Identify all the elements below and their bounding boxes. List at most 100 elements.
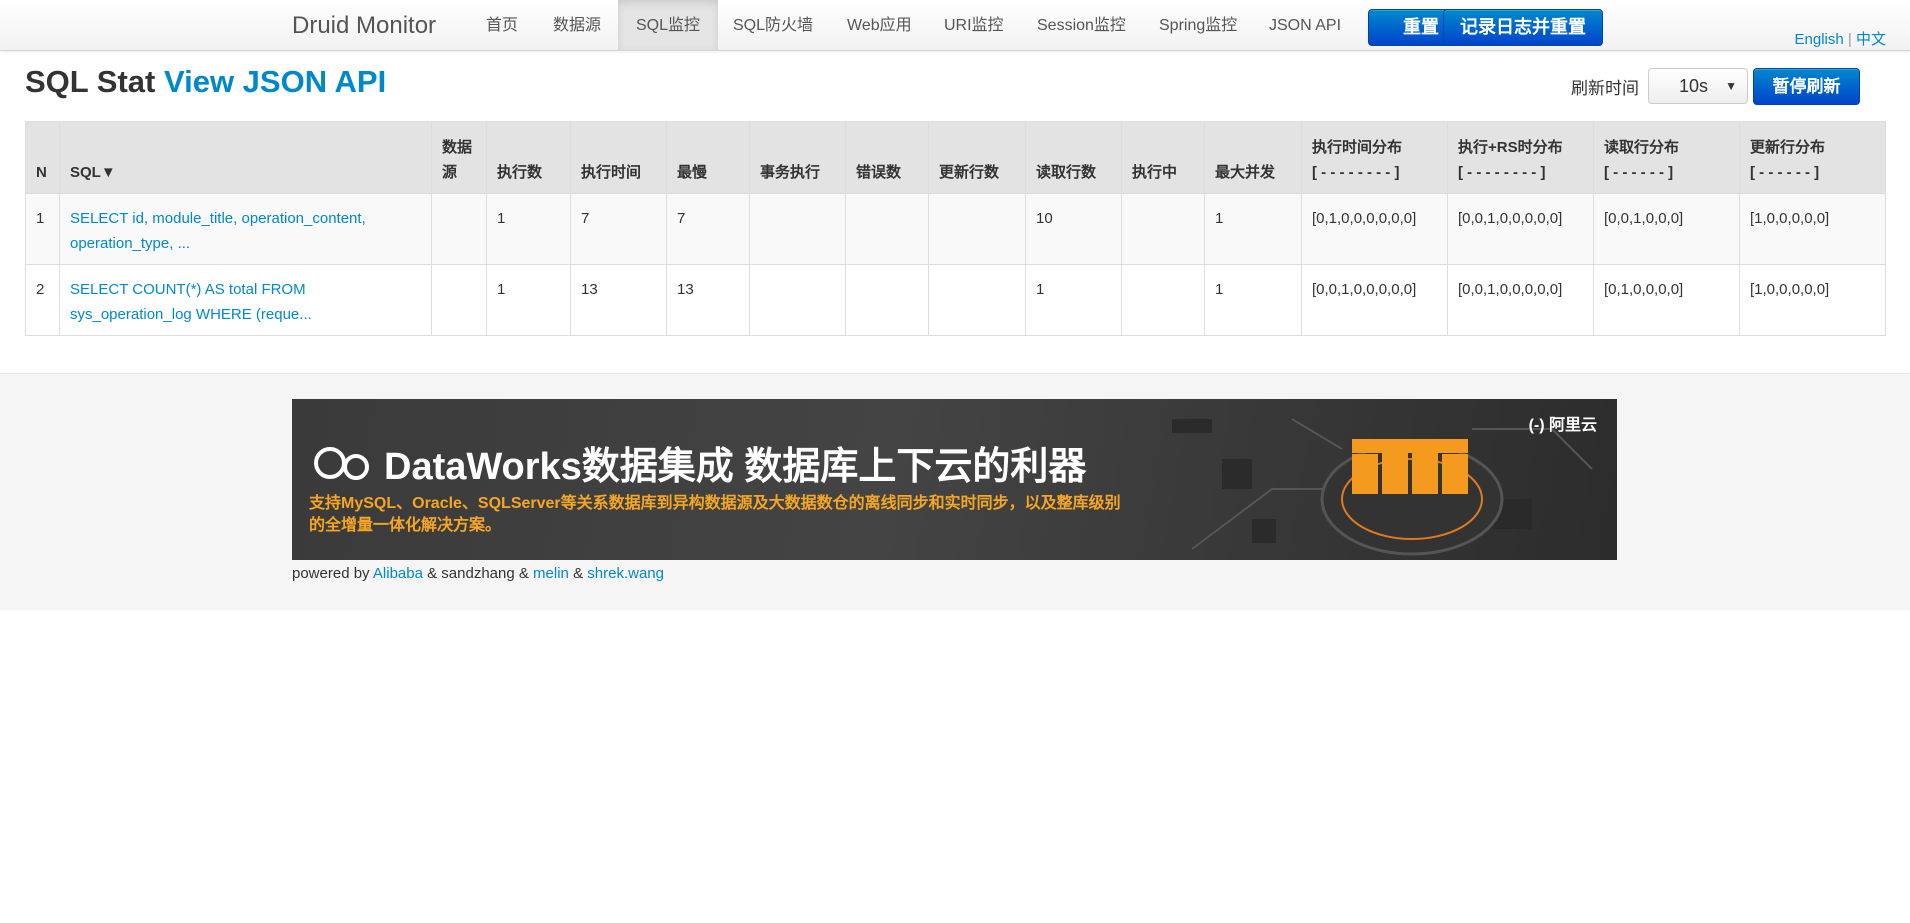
page-title-text: SQL Stat — [25, 64, 156, 99]
col-header-exec-count[interactable]: 执行数 — [486, 121, 571, 194]
cell-slowest: 7 — [666, 193, 750, 265]
refresh-interval-value: 10s — [1679, 76, 1709, 96]
cell-datasource — [431, 193, 487, 265]
col-header-update-hist[interactable]: 更新行分布 [ - - - - - - ] — [1739, 121, 1886, 194]
cell-update-hist: [1,0,0,0,0,0] — [1739, 264, 1886, 336]
sql-detail-link[interactable]: SELECT COUNT(*) AS total FROM sys_operat… — [70, 281, 312, 323]
alibaba-link[interactable]: Alibaba — [373, 565, 423, 582]
cell-sql: SELECT COUNT(*) AS total FROM sys_operat… — [59, 264, 432, 336]
cell-tx-exec — [749, 193, 846, 265]
cell-update-hist: [1,0,0,0,0,0] — [1739, 193, 1886, 265]
cell-read-hist: [0,1,0,0,0,0] — [1593, 264, 1740, 336]
cell-running — [1121, 264, 1205, 336]
cell-datasource — [431, 264, 487, 336]
log-and-reset-button[interactable]: 记录日志并重置 — [1443, 9, 1603, 46]
melin-link[interactable]: melin — [533, 565, 569, 582]
col-header-errors[interactable]: 错误数 — [845, 121, 929, 194]
col-header-running[interactable]: 执行中 — [1121, 121, 1205, 194]
lang-separator: | — [1847, 31, 1852, 48]
cell-sql: SELECT id, module_title, operation_conte… — [59, 193, 432, 265]
col-header-exec-hist-sub: [ - - - - - - - - ] — [1312, 164, 1400, 181]
cell-slowest: 13 — [666, 264, 750, 336]
page-title: SQL Stat View JSON API — [25, 64, 386, 100]
cell-errors — [845, 264, 929, 336]
banner-subtitle: 支持MySQL、Oracle、SQLServer等关系数据库到异构数据源及大数据… — [309, 495, 1121, 534]
cell-n: 2 — [25, 264, 60, 336]
table-header-row: N SQL▼ 数据源 执行数 执行时间 最慢 事务执行 错误数 更新行数 读取行… — [25, 121, 1886, 194]
banner-title: DataWorks数据集成 数据库上下云的利器 — [312, 435, 1086, 490]
cell-exec-time: 7 — [570, 193, 667, 265]
pause-refresh-button[interactable]: 暂停刷新 — [1753, 68, 1860, 105]
col-header-slowest[interactable]: 最慢 — [666, 121, 750, 194]
col-header-read-hist-sub: [ - - - - - - ] — [1604, 164, 1674, 181]
col-header-max-concurrent[interactable]: 最大并发 — [1204, 121, 1302, 194]
cell-update-rows — [928, 264, 1026, 336]
col-header-exec-rs-hist-sub: [ - - - - - - - - ] — [1458, 164, 1546, 181]
col-header-datasource[interactable]: 数据源 — [431, 121, 487, 194]
col-header-update-hist-sub: [ - - - - - - ] — [1750, 164, 1820, 181]
cell-tx-exec — [749, 264, 846, 336]
col-header-read-hist-label: 读取行分布 — [1604, 139, 1680, 156]
brand-title[interactable]: Druid Monitor — [292, 12, 436, 40]
footer: DataWorks数据集成 数据库上下云的利器 支持MySQL、Oracle、S… — [0, 373, 1910, 610]
nav-json-api[interactable]: JSON API — [1251, 0, 1359, 50]
powered-by-prefix: powered by — [292, 565, 370, 582]
cell-read-hist: [0,0,1,0,0,0] — [1593, 193, 1740, 265]
col-header-update-hist-label: 更新行分布 — [1750, 139, 1826, 156]
cell-errors — [845, 193, 929, 265]
language-switcher: English | 中文 — [1795, 28, 1886, 49]
refresh-interval-select[interactable]: 10s ▼ — [1648, 68, 1748, 104]
lang-chinese-link[interactable]: 中文 — [1856, 31, 1886, 48]
chevron-down-icon: ▼ — [1725, 79, 1737, 93]
col-header-update-rows[interactable]: 更新行数 — [928, 121, 1026, 194]
col-header-read-rows[interactable]: 读取行数 — [1025, 121, 1122, 194]
cell-exec-count: 1 — [486, 193, 571, 265]
sql-detail-link[interactable]: SELECT id, module_title, operation_conte… — [70, 210, 366, 252]
cell-exec-hist: [0,0,1,0,0,0,0,0] — [1301, 264, 1448, 336]
dataworks-logo-icon — [312, 445, 374, 481]
nav-session-monitor[interactable]: Session监控 — [1019, 0, 1144, 50]
nav-sql-firewall[interactable]: SQL防火墙 — [715, 0, 831, 50]
col-header-sql[interactable]: SQL▼ — [59, 121, 432, 194]
cell-running — [1121, 193, 1205, 265]
refresh-interval-label: 刷新时间 — [1571, 79, 1639, 98]
nav-uri-monitor[interactable]: URI监控 — [926, 0, 1022, 50]
cell-max-concurrent: 1 — [1204, 193, 1302, 265]
nav-home[interactable]: 首页 — [468, 0, 536, 50]
table-row: 2 SELECT COUNT(*) AS total FROM sys_oper… — [25, 264, 1886, 336]
col-header-n[interactable]: N — [25, 121, 60, 194]
col-header-exec-rs-hist-label: 执行+RS时分布 — [1458, 139, 1563, 156]
col-header-exec-time[interactable]: 执行时间 — [570, 121, 667, 194]
aliyun-logo: (-) 阿里云 — [1528, 417, 1597, 434]
cell-exec-time: 13 — [570, 264, 667, 336]
nav-web-app[interactable]: Web应用 — [829, 0, 930, 50]
col-header-exec-rs-hist[interactable]: 执行+RS时分布 [ - - - - - - - - ] — [1447, 121, 1594, 194]
col-header-tx-exec[interactable]: 事务执行 — [749, 121, 846, 194]
nav-spring-monitor[interactable]: Spring监控 — [1141, 0, 1255, 50]
powered-by-line: powered by Alibaba & sandzhang & melin &… — [292, 565, 664, 582]
col-header-exec-hist-label: 执行时间分布 — [1312, 139, 1403, 156]
col-header-read-hist[interactable]: 读取行分布 [ - - - - - - ] — [1593, 121, 1740, 194]
powered-by-amp2: & — [573, 565, 584, 582]
dataworks-ad-banner[interactable]: DataWorks数据集成 数据库上下云的利器 支持MySQL、Oracle、S… — [292, 399, 1617, 560]
cell-n: 1 — [25, 193, 60, 265]
view-json-api-link[interactable]: View JSON API — [164, 64, 386, 99]
col-header-exec-hist[interactable]: 执行时间分布 [ - - - - - - - - ] — [1301, 121, 1448, 194]
cell-exec-rs-hist: [0,0,1,0,0,0,0,0] — [1447, 264, 1594, 336]
shrek-wang-link[interactable]: shrek.wang — [587, 565, 664, 582]
cell-exec-count: 1 — [486, 264, 571, 336]
banner-title-text: DataWorks数据集成 数据库上下云的利器 — [384, 446, 1087, 488]
sql-stat-table: N SQL▼ 数据源 执行数 执行时间 最慢 事务执行 错误数 更新行数 读取行… — [25, 121, 1886, 336]
cell-max-concurrent: 1 — [1204, 264, 1302, 336]
cell-exec-rs-hist: [0,0,1,0,0,0,0,0] — [1447, 193, 1594, 265]
cell-read-rows: 10 — [1025, 193, 1122, 265]
table-row: 1 SELECT id, module_title, operation_con… — [25, 193, 1886, 265]
cell-update-rows — [928, 193, 1026, 265]
lang-english-link[interactable]: English — [1795, 31, 1844, 48]
cell-read-rows: 1 — [1025, 264, 1122, 336]
nav-sql-monitor[interactable]: SQL监控 — [618, 0, 719, 50]
nav-datasource[interactable]: 数据源 — [535, 0, 619, 50]
cell-exec-hist: [0,1,0,0,0,0,0,0] — [1301, 193, 1448, 265]
top-navbar: Druid Monitor 首页 数据源 SQL监控 SQL防火墙 Web应用 … — [0, 0, 1910, 51]
powered-by-amp1: & sandzhang & — [427, 565, 529, 582]
